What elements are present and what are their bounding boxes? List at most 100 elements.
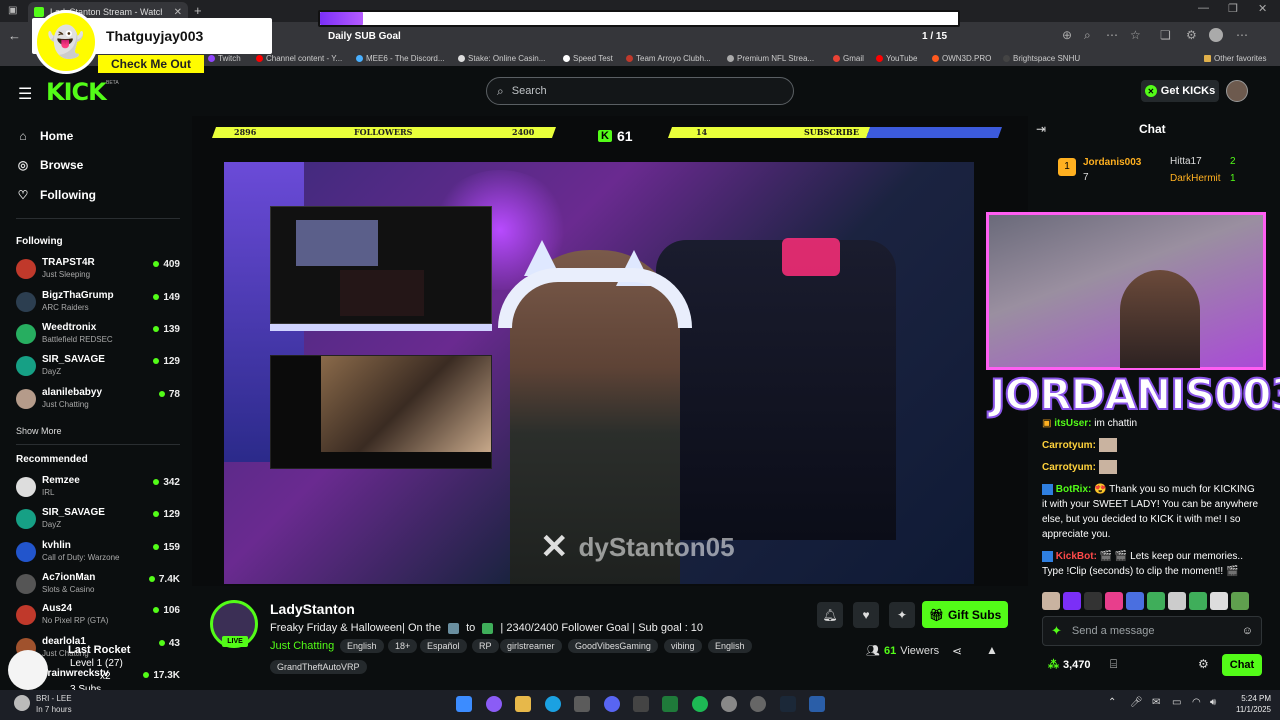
emote-icon[interactable]: [1105, 592, 1123, 610]
favorite-star-icon[interactable]: ☆: [1130, 28, 1141, 42]
network-icon[interactable]: ◠: [1192, 697, 1201, 708]
bookmark-speed-test[interactable]: Speed Test: [563, 50, 613, 66]
user-avatar[interactable]: [1226, 80, 1248, 102]
bookmark-nfl[interactable]: Premium NFL Strea...: [727, 50, 814, 66]
mail-icon[interactable]: ✉: [1152, 697, 1160, 708]
bookmark-mee6[interactable]: MEE6 - The Discord...: [356, 50, 445, 66]
discord-icon[interactable]: [604, 696, 620, 712]
chat-username[interactable]: itsUser:: [1054, 418, 1091, 429]
send-chat-button[interactable]: Chat: [1222, 654, 1262, 676]
stream-tag[interactable]: RP: [472, 639, 499, 653]
stream-tag[interactable]: GoodVibesGaming: [568, 639, 658, 653]
kick-logo[interactable]: KICK: [46, 78, 107, 106]
minimize-icon[interactable]: —: [1198, 2, 1209, 14]
copilot-icon[interactable]: [486, 696, 502, 712]
chat-username[interactable]: BotRix:: [1056, 484, 1092, 495]
recommended-channel[interactable]: Ac7ionMan Slots & Casino 7.4K: [16, 572, 180, 602]
search-page-icon[interactable]: ⌕: [1084, 28, 1091, 43]
emote-icon[interactable]: [1042, 592, 1060, 610]
emote-icon[interactable]: [1147, 592, 1165, 610]
tab-actions-icon[interactable]: ▣: [8, 5, 17, 16]
recommended-channel[interactable]: Aus24 No Pixel RP (GTA) 106: [16, 603, 180, 633]
show-more-link[interactable]: Show More: [16, 426, 62, 436]
steam-icon[interactable]: [780, 696, 796, 712]
chat-username[interactable]: KickBot:: [1056, 551, 1097, 562]
obs-icon[interactable]: [721, 696, 737, 712]
close-window-icon[interactable]: ✕: [1258, 2, 1267, 15]
stream-tag[interactable]: Español: [420, 639, 467, 653]
stream-tag[interactable]: vibing: [664, 639, 702, 653]
bookmark-brightspace[interactable]: Brightspace SNHU: [1003, 50, 1080, 66]
menu-icon[interactable]: ☰: [18, 84, 32, 104]
chat-username[interactable]: Carrotyum:: [1042, 462, 1096, 473]
app-icon[interactable]: [750, 696, 766, 712]
recommended-channel[interactable]: Remzee IRL 342: [16, 475, 180, 505]
stream-category[interactable]: Just Chatting: [270, 640, 334, 652]
stream-tag[interactable]: girlstreamer: [500, 639, 562, 653]
following-channel[interactable]: BigzThaGrump ARC Raiders 149: [16, 290, 180, 320]
file-explorer-icon[interactable]: [515, 696, 531, 712]
share-icon[interactable]: ⋖: [952, 644, 962, 658]
stream-tag[interactable]: GrandTheftAutoVRP: [270, 660, 367, 674]
zoom-icon[interactable]: ⊕: [1062, 28, 1072, 42]
volume-icon[interactable]: 🔊︎: [1210, 697, 1216, 708]
chat-username[interactable]: Carrotyum:: [1042, 440, 1096, 451]
browser-settings-icon[interactable]: ⚙: [1186, 28, 1197, 42]
emote-icon[interactable]: [1210, 592, 1228, 610]
display-icon[interactable]: ▭: [1172, 697, 1181, 708]
bookmark-stake[interactable]: Stake: Online Casin...: [458, 50, 545, 66]
emoji-picker-icon[interactable]: ☺: [1242, 625, 1253, 637]
emote-icon[interactable]: [1231, 592, 1249, 610]
app-icon[interactable]: [633, 696, 649, 712]
emote-icon[interactable]: [1126, 592, 1144, 610]
channel-points[interactable]: ⁂ 3,470: [1048, 658, 1091, 672]
sidebar-item-following[interactable]: ♡ Following: [16, 188, 96, 202]
collections-icon[interactable]: ❏: [1160, 28, 1171, 42]
spotify-icon[interactable]: [692, 696, 708, 712]
bookmark-youtube[interactable]: YouTube: [876, 50, 917, 66]
report-icon[interactable]: ▲: [986, 643, 998, 657]
xbox-icon[interactable]: [662, 696, 678, 712]
leaderboard-name[interactable]: Jordanis003: [1083, 157, 1141, 168]
search-input[interactable]: ⌕ Search: [486, 77, 794, 105]
extensions-icon[interactable]: ⋯: [1106, 28, 1118, 42]
leaderboard-name[interactable]: DarkHermit: [1170, 173, 1221, 184]
collapse-chat-icon[interactable]: ⇥: [1036, 122, 1046, 136]
store-app-icon[interactable]: [574, 696, 590, 712]
weather-widget[interactable]: BRI - LEE In 7 hours: [36, 694, 72, 714]
following-channel[interactable]: TRAPST4R Just Sleeping 409: [16, 257, 180, 287]
weather-icon[interactable]: [14, 695, 30, 711]
stream-tag[interactable]: English: [340, 639, 384, 653]
tab-close-icon[interactable]: ✕: [174, 7, 182, 18]
bookmark-team-arroyo[interactable]: Team Arroyo Clubh...: [626, 50, 711, 66]
gift-subs-button[interactable]: 🎁︎ Gift Subs: [922, 601, 1008, 628]
recommended-channel[interactable]: kvhlin Call of Duty: Warzone 159: [16, 540, 180, 570]
streamer-name[interactable]: LadyStanton: [270, 601, 355, 617]
emote-icon[interactable]: [1189, 592, 1207, 610]
notification-bell-button[interactable]: 🔔︎: [817, 602, 843, 628]
leaderboard-name[interactable]: Hitta17: [1170, 156, 1202, 167]
sparkle-button[interactable]: ✦: [889, 602, 915, 628]
follow-heart-button[interactable]: ♥: [853, 602, 879, 628]
bookmark-other-favorites[interactable]: Other favorites: [1204, 50, 1266, 66]
more-menu-icon[interactable]: ⋯: [1236, 28, 1248, 42]
following-channel[interactable]: SIR_SAVAGE DayZ 129: [16, 354, 180, 384]
sidebar-item-home[interactable]: ⌂ Home: [16, 129, 73, 143]
bookmark-own3d[interactable]: OWN3D.PRO: [932, 50, 991, 66]
taskbar-clock[interactable]: 5:24 PM 11/1/2025: [1236, 694, 1271, 714]
bookmark-gmail[interactable]: Gmail: [833, 50, 864, 66]
stream-tag[interactable]: English: [708, 639, 752, 653]
new-tab-icon[interactable]: +: [194, 3, 202, 18]
edge-icon[interactable]: [545, 696, 561, 712]
following-channel[interactable]: Weedtronix Battlefield REDSEC 139: [16, 322, 180, 352]
get-kicks-button[interactable]: ✕ Get KICKs: [1141, 80, 1219, 102]
chat-settings-icon[interactable]: ⚙: [1198, 657, 1209, 671]
following-channel[interactable]: alanilebabyy Just Chatting 78: [16, 387, 180, 417]
profile-avatar[interactable]: [1209, 28, 1223, 42]
emote-icon[interactable]: [1084, 592, 1102, 610]
app-icon[interactable]: [809, 696, 825, 712]
tray-overflow-icon[interactable]: ⌃: [1108, 697, 1116, 708]
store-icon[interactable]: ⌸: [1110, 657, 1117, 672]
sidebar-item-browse[interactable]: ◎ Browse: [16, 158, 84, 172]
emote-icon[interactable]: [1063, 592, 1081, 610]
